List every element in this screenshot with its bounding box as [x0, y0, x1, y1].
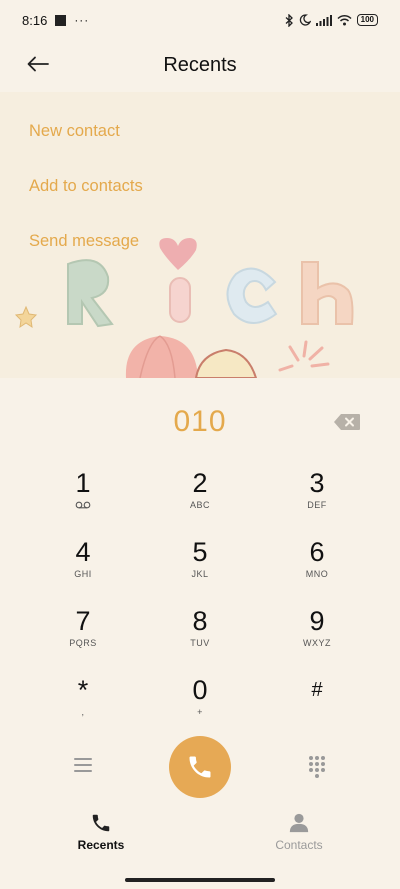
status-left: 8:16 ··· — [22, 13, 89, 28]
person-icon — [289, 813, 309, 833]
key-8[interactable]: 8 TUV — [145, 606, 255, 664]
backspace-button[interactable] — [333, 413, 361, 431]
add-to-contacts-option[interactable]: Add to contacts — [29, 177, 143, 196]
header: Recents — [0, 40, 400, 90]
key-digit: 3 — [309, 468, 325, 498]
key-hash[interactable]: # — [262, 675, 372, 733]
phone-icon — [92, 814, 110, 832]
send-message-option[interactable]: Send message — [29, 232, 139, 251]
dialpad-toggle-button[interactable] — [307, 755, 327, 779]
hamburger-menu-icon — [74, 758, 92, 772]
key-4[interactable]: 4 GHI — [28, 537, 138, 595]
voicemail-icon — [75, 501, 91, 509]
home-indicator[interactable] — [125, 878, 275, 882]
key-digit: 9 — [309, 606, 325, 636]
key-letters: ABC — [189, 500, 210, 510]
key-letters: DEF — [307, 500, 327, 510]
call-button[interactable] — [169, 736, 231, 798]
nav-tab-contacts[interactable]: Contacts — [239, 812, 359, 852]
nav-label-contacts: Contacts — [275, 838, 323, 852]
nav-label-recents: Recents — [77, 838, 125, 852]
key-letters: TUV — [190, 638, 210, 648]
key-1[interactable]: 1 — [28, 468, 138, 526]
key-digit: 2 — [192, 468, 208, 498]
key-letters: WXYZ — [303, 638, 331, 648]
key-7[interactable]: 7 PQRS — [28, 606, 138, 664]
key-letters: GHI — [74, 569, 92, 579]
options-area: New contact Add to contacts Send message — [0, 92, 400, 378]
page-title: Recents — [163, 53, 237, 76]
key-digit: 6 — [309, 537, 325, 567]
key-star[interactable]: * , — [28, 675, 138, 733]
key-digit: * — [77, 675, 89, 705]
new-contact-option[interactable]: New contact — [29, 122, 120, 141]
key-digit: 1 — [75, 468, 91, 498]
notification-square-icon — [55, 14, 67, 26]
key-digit: 8 — [192, 606, 208, 636]
nav-tab-recents[interactable]: Recents — [41, 812, 161, 852]
key-digit: 5 — [192, 537, 208, 567]
key-0[interactable]: 0 + — [145, 675, 255, 733]
key-letters: PQRS — [69, 638, 97, 648]
bottom-nav: Recents Contacts — [0, 812, 400, 862]
key-3[interactable]: 3 DEF — [262, 468, 372, 526]
wifi-icon — [337, 14, 352, 26]
status-time: 8:16 — [22, 12, 48, 28]
key-digit: 0 — [192, 675, 208, 705]
status-right: 100 — [285, 13, 378, 27]
key-6[interactable]: 6 MNO — [262, 537, 372, 595]
key-digit: 4 — [75, 537, 91, 567]
key-letters: MNO — [305, 569, 329, 579]
phone-icon — [189, 756, 211, 778]
key-letters: + — [197, 707, 203, 717]
key-digit: 7 — [75, 606, 91, 636]
status-bar: 8:16 ··· 100 — [0, 0, 400, 40]
battery-indicator: 100 — [356, 14, 378, 26]
key-digit: # — [311, 679, 323, 701]
action-row — [0, 736, 400, 798]
bluetooth-icon — [285, 13, 293, 27]
key-letters: JKL — [191, 569, 209, 579]
back-button[interactable] — [24, 52, 52, 76]
menu-button[interactable] — [72, 756, 94, 776]
key-2[interactable]: 2 ABC — [145, 468, 255, 526]
backspace-icon — [334, 414, 360, 430]
arrow-left-icon — [27, 56, 49, 72]
notification-more-icon: ··· — [74, 13, 90, 27]
moon-icon — [299, 14, 311, 26]
key-9[interactable]: 9 WXYZ — [262, 606, 372, 664]
key-5[interactable]: 5 JKL — [145, 537, 255, 595]
key-letters: , — [81, 707, 85, 717]
dialpad-icon — [309, 756, 325, 778]
signal-icon — [315, 14, 332, 26]
